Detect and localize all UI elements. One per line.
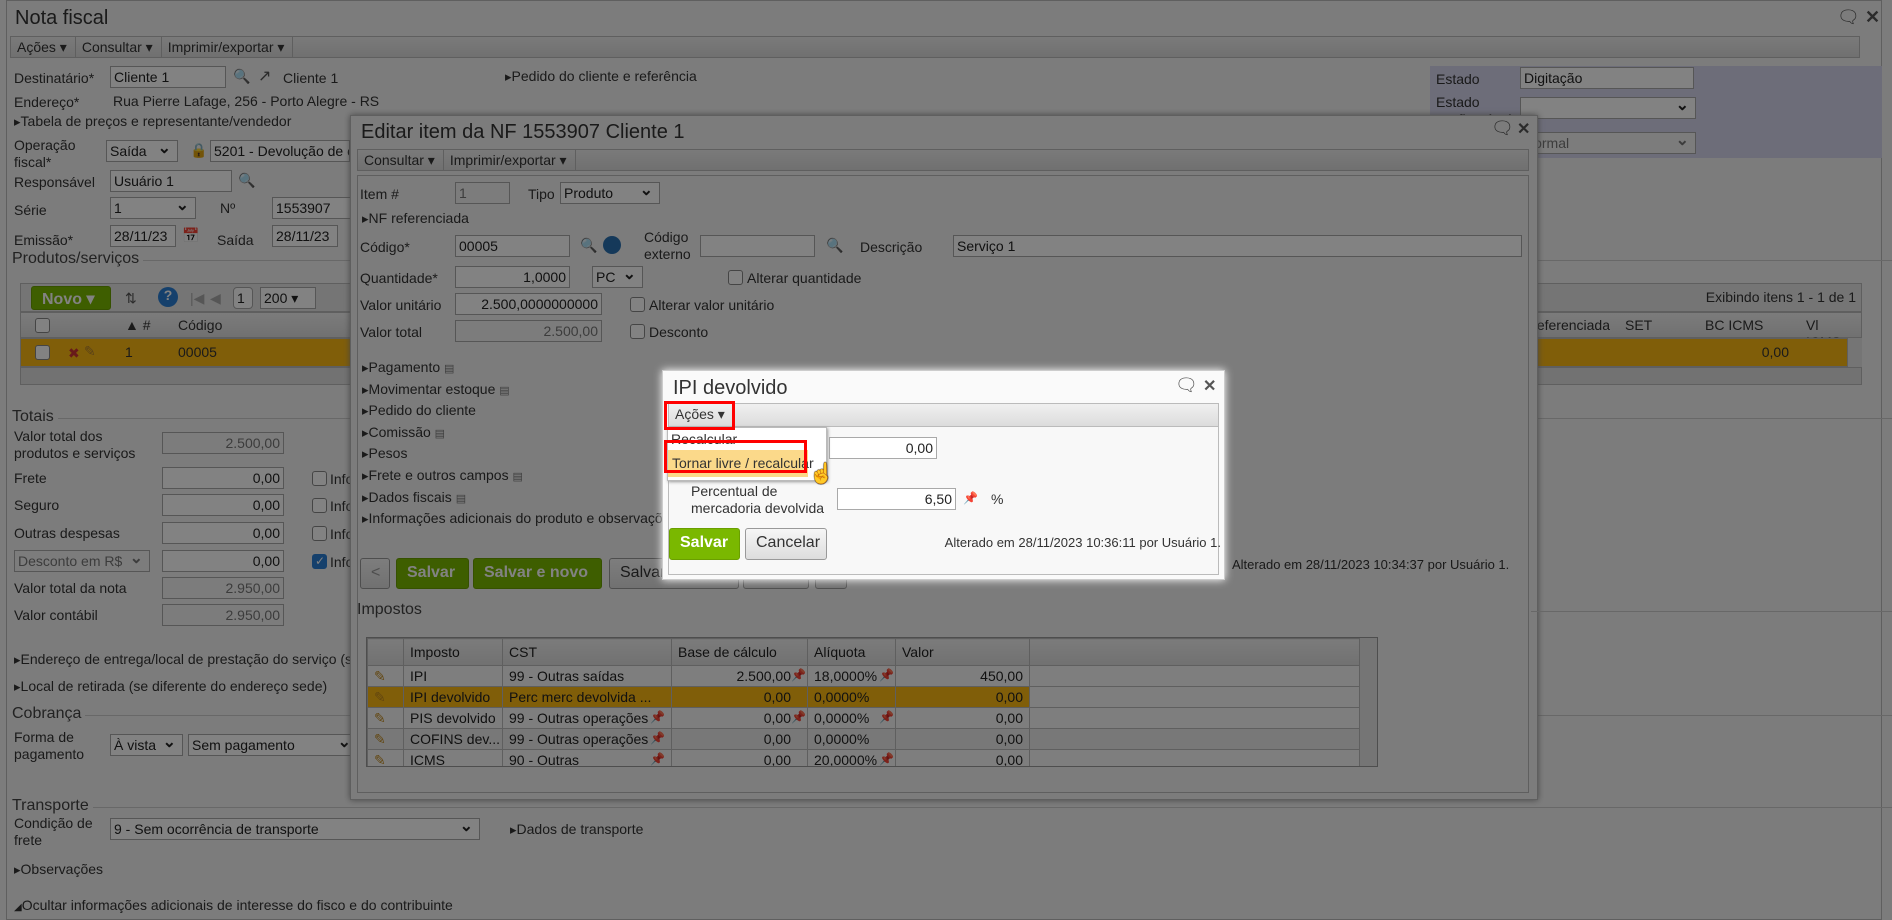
percent-sign: % <box>991 491 1004 507</box>
valor-input[interactable]: 0,00 <box>829 437 937 459</box>
hand-cursor-icon: ☝ <box>809 463 834 485</box>
ipi-cancelar-button[interactable]: Cancelar <box>745 528 827 560</box>
ipi-devolvido-dialog: IPI devolvido 🗨 ✕ Ações 0,00 Percentual … <box>662 370 1225 580</box>
comment-icon[interactable]: 🗨 <box>1175 375 1198 396</box>
close-icon[interactable]: ✕ <box>1203 376 1216 396</box>
percentual-input[interactable]: 6,50 <box>837 488 956 510</box>
ipi-salvar-button[interactable]: Salvar <box>669 528 740 560</box>
pin-icon[interactable]: 📌 <box>963 491 978 505</box>
highlight-tornar-livre <box>664 440 807 473</box>
highlight-acoes-menu <box>664 401 735 430</box>
ipi-alterado-text: Alterado em 28/11/2023 10:36:11 por Usuá… <box>944 535 1221 550</box>
percentual-label: Percentual de mercadoria devolvida <box>691 483 825 516</box>
ipi-menubar: Ações <box>668 403 1219 427</box>
ipi-dialog-title: IPI devolvido <box>673 377 788 399</box>
